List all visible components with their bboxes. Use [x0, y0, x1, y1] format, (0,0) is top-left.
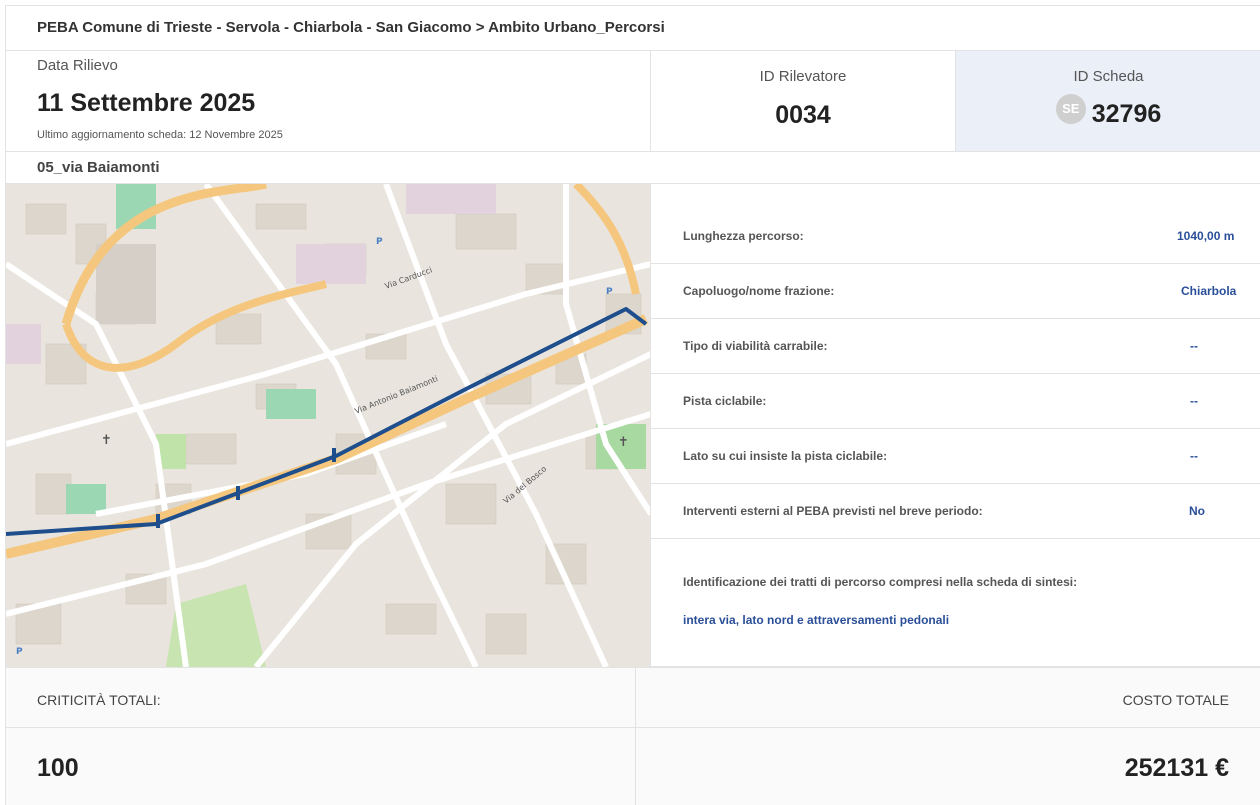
title-bar: PEBA Comune di Trieste - Servola - Chiar… [6, 6, 1260, 51]
survey-date-label: Data Rilievo [37, 57, 118, 74]
detail-key: Tipo di viabilità carrabile: [683, 339, 828, 353]
svg-text:P: P [606, 287, 613, 297]
survey-date-value: 11 Settembre 2025 [37, 89, 256, 117]
route-details: Lunghezza percorso: 1040,00 m Capoluogo/… [651, 184, 1260, 667]
totals-header: CRITICITÀ TOTALI: COSTO TOTALE [6, 667, 1260, 728]
criticita-value-cell: 100 [6, 728, 636, 805]
sheet-id-cell: ID Scheda SE 32796 [956, 51, 1260, 151]
sheet-id: 32796 [1091, 100, 1162, 128]
totals-values: 100 252131 € [6, 728, 1260, 805]
svg-text:P: P [16, 647, 23, 657]
detail-row: Lunghezza percorso: 1040,00 m [651, 209, 1260, 264]
costo-label: COSTO TOTALE [1122, 692, 1229, 708]
detail-value: No [1189, 504, 1205, 518]
detail-key: Capoluogo/nome frazione: [683, 284, 835, 298]
map-image: Via Antonio Baiamonti Via Carducci Via d… [6, 184, 650, 667]
svg-text:✝: ✝ [101, 433, 112, 448]
segments-block: Identificazione dei tratti di percorso c… [651, 559, 1260, 667]
svg-text:✝: ✝ [618, 435, 629, 450]
sheet-id-label: ID Scheda [1073, 68, 1144, 85]
detail-key: Interventi esterni al PEBA previsti nel … [683, 504, 983, 518]
detail-row: Interventi esterni al PEBA previsti nel … [651, 484, 1260, 539]
surveyor-cell: ID Rilevatore 0034 [651, 51, 956, 151]
surveyor-id: 0034 [775, 101, 831, 129]
survey-date-cell: Data Rilievo 11 Settembre 2025 Ultimo ag… [6, 51, 651, 151]
costo-value: 252131 € [1124, 754, 1229, 782]
detail-value: -- [1190, 394, 1198, 408]
svg-text:P: P [376, 237, 383, 247]
detail-row: Capoluogo/nome frazione: Chiarbola [651, 264, 1260, 319]
detail-row: Pista ciclabile: -- [651, 374, 1260, 429]
route-name: 05_via Baiamonti [37, 159, 160, 176]
sheet-header: Data Rilievo 11 Settembre 2025 Ultimo ag… [6, 51, 1260, 152]
detail-value: Chiarbola [1181, 284, 1237, 298]
detail-key: Lato su cui insiste la pista ciclabile: [683, 449, 888, 463]
segments-label: Identificazione dei tratti di percorso c… [683, 575, 1078, 589]
detail-value: 1040,00 m [1177, 229, 1235, 243]
criticita-label: CRITICITÀ TOTALI: [37, 692, 161, 708]
surveyor-label: ID Rilevatore [759, 68, 847, 85]
route-map[interactable]: Via Antonio Baiamonti Via Carducci Via d… [6, 184, 651, 667]
detail-value: -- [1190, 339, 1198, 353]
detail-row: Lato su cui insiste la pista ciclabile: … [651, 429, 1260, 484]
last-update-text: Ultimo aggiornamento scheda: 12 Novembre… [37, 129, 283, 141]
detail-key: Pista ciclabile: [683, 394, 767, 408]
criticita-value: 100 [37, 754, 79, 782]
criticita-head-cell: CRITICITÀ TOTALI: [6, 668, 636, 727]
route-name-bar: 05_via Baiamonti [6, 152, 1260, 184]
detail-value: -- [1190, 449, 1198, 463]
se-badge: SE [1055, 93, 1086, 124]
detail-key: Lunghezza percorso: [683, 229, 804, 243]
breadcrumb: PEBA Comune di Trieste - Servola - Chiar… [37, 19, 665, 36]
route-sheet: PEBA Comune di Trieste - Servola - Chiar… [5, 5, 1260, 805]
detail-row: Tipo di viabilità carrabile: -- [651, 319, 1260, 374]
segments-value: intera via, lato nord e attraversamenti … [683, 613, 950, 627]
